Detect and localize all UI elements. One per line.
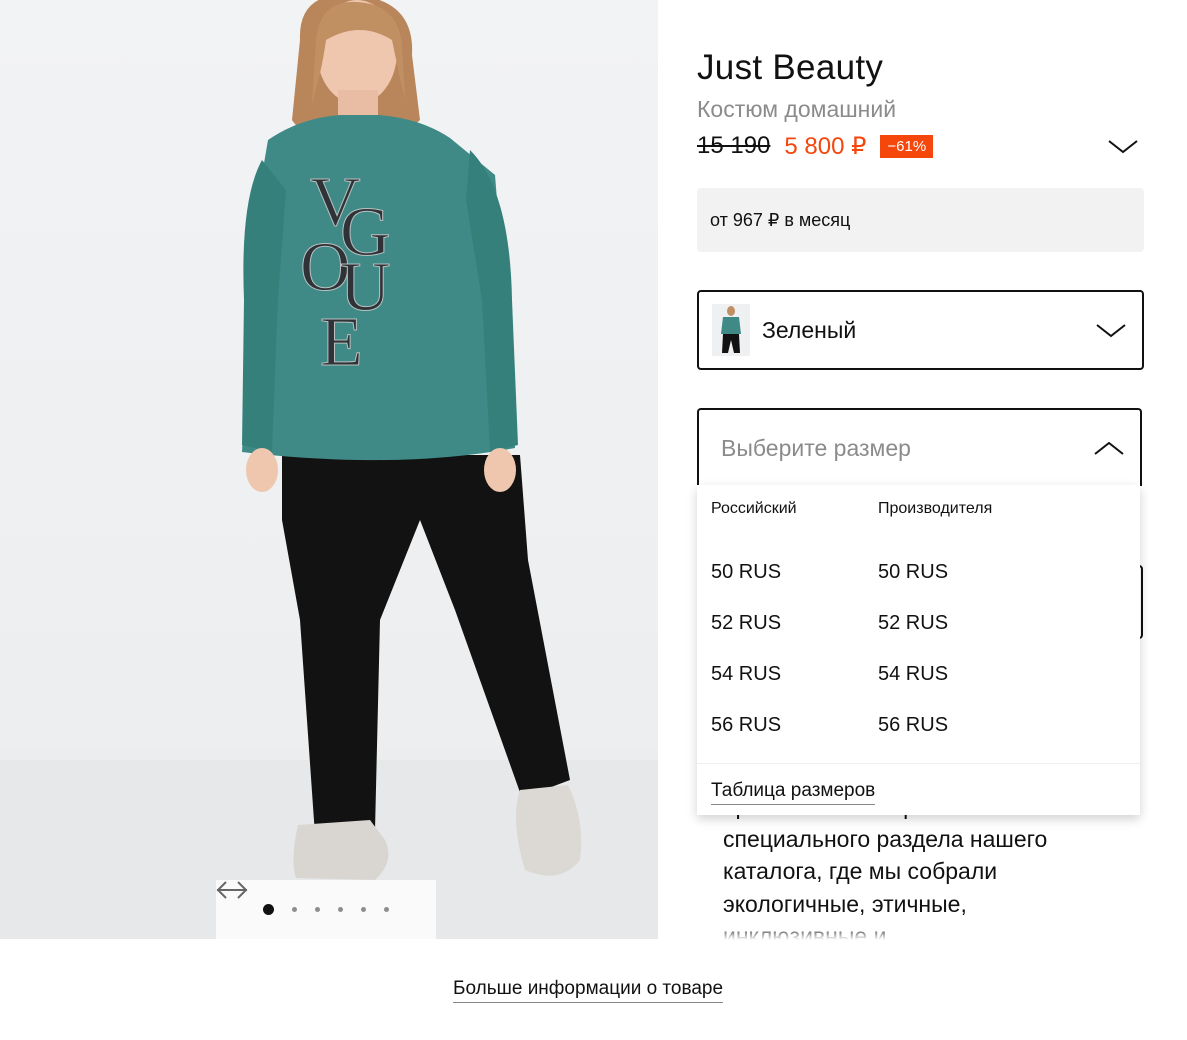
size-select[interactable]: Выберите размер [697,408,1142,486]
product-photo[interactable]: V G O U E [0,0,658,939]
size-dropdown: Российский Производителя 50 RUS 50 RUS 5… [697,485,1140,815]
description-line: каталога, где мы собрали [723,858,998,884]
gallery-carousel [216,880,436,939]
size-option[interactable]: 52 RUS 52 RUS [697,612,1140,663]
chevron-up-icon [1094,441,1124,455]
description-fade [700,925,1160,940]
size-table-link[interactable]: Таблица размеров [711,780,876,805]
gallery-dot[interactable] [263,904,274,915]
brand-name[interactable]: Just Beauty [697,48,883,88]
size-manufacturer: 54 RUS [878,663,949,685]
next-arrow-icon[interactable] [217,881,436,927]
size-manufacturer: 52 RUS [878,612,949,634]
gallery-dot[interactable] [315,907,320,912]
size-russian: 56 RUS [711,714,782,736]
gallery-dot[interactable] [338,907,343,912]
installment-text: от 967 ₽ в месяц [710,209,851,230]
gallery-dot[interactable] [384,907,389,912]
old-price: 15 190 [697,132,771,159]
chevron-down-icon [1096,324,1126,338]
color-label: Зеленый [762,316,857,343]
size-russian: 54 RUS [711,663,782,685]
size-russian: 50 RUS [711,561,782,583]
size-placeholder: Выберите размер [721,434,911,461]
model-illustration: V G O U E [0,0,658,939]
more-info-link[interactable]: Больше информации о товаре [453,978,724,1003]
color-thumbnail [712,304,750,356]
color-select[interactable]: Зеленый [697,290,1144,370]
header-russian: Российский [711,500,797,517]
size-manufacturer: 50 RUS [878,561,949,583]
gallery-dot[interactable] [292,907,297,912]
discount-badge: −61% [880,134,934,158]
size-dropdown-header: Российский Производителя [711,500,1131,520]
size-russian: 52 RUS [711,612,782,634]
installment-banner[interactable]: от 967 ₽ в месяц [697,188,1144,252]
chevron-down-icon[interactable] [1106,134,1140,158]
gallery-dots [263,904,389,915]
description-line: специального раздела нашего [723,825,1048,852]
product-subtitle: Костюм домашний [697,96,897,122]
size-option[interactable]: 50 RUS 50 RUS [697,561,1140,612]
new-price: 5 800 ₽ [784,132,867,160]
svg-text:E: E [320,304,363,381]
header-manufacturer: Производителя [878,500,993,517]
size-dropdown-footer: Таблица размеров [697,763,1140,815]
price-row: 15 190 5 800 ₽ −61% [697,128,1144,164]
size-manufacturer: 56 RUS [878,714,949,736]
gallery-dot[interactable] [361,907,366,912]
description-line: экологичные, этичные, [723,890,967,917]
size-option[interactable]: 54 RUS 54 RUS [697,663,1140,714]
size-option[interactable]: 56 RUS 56 RUS [697,714,1140,765]
